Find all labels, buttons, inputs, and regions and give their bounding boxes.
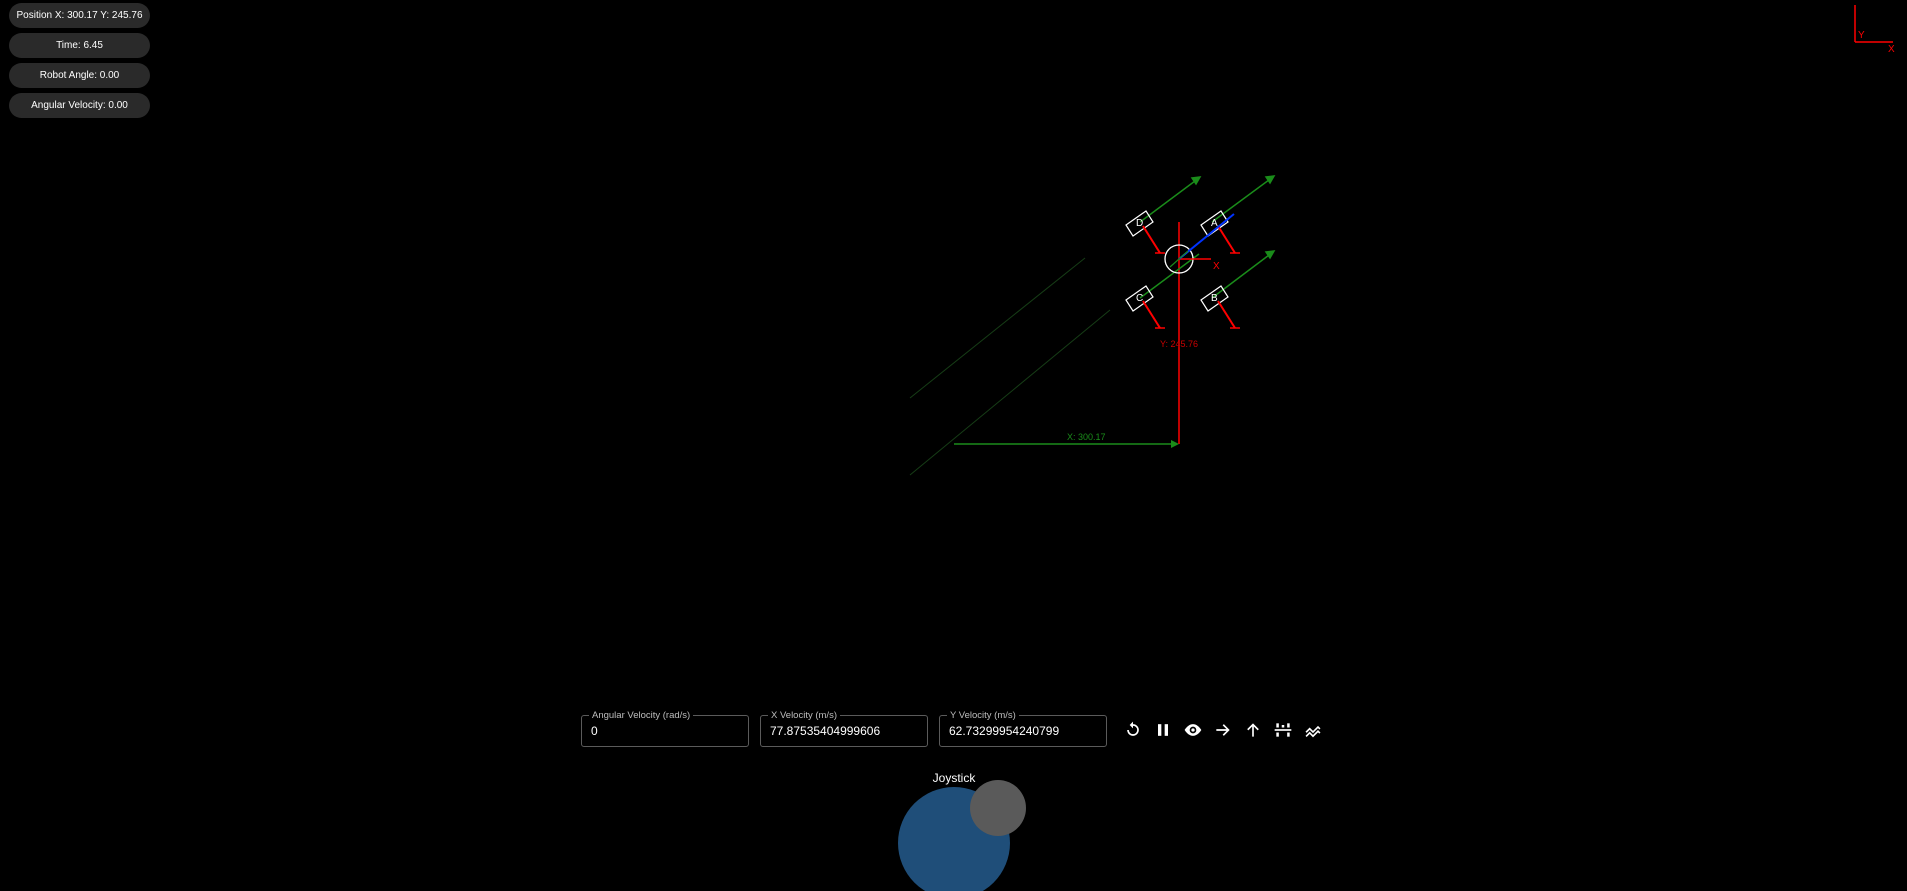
- svg-text:B: B: [1211, 293, 1218, 304]
- reset-icon: [1127, 721, 1139, 736]
- x-direction-button[interactable]: [1212, 719, 1234, 741]
- y-velocity-field: Y Velocity (m/s): [939, 709, 1107, 747]
- robot-angle-readout: Robot Angle: 0.00: [9, 63, 150, 88]
- y-velocity-input[interactable]: [949, 723, 1099, 739]
- angular-velocity-input[interactable]: [591, 723, 741, 739]
- position-readout: Position X: 300.17 Y: 245.76: [9, 3, 150, 28]
- x-velocity-field: X Velocity (m/s): [760, 709, 928, 747]
- time-readout: Time: 6.45: [9, 33, 150, 58]
- wheel-a: A: [1200, 210, 1240, 254]
- y-position-label: Y: 245.76: [1160, 339, 1198, 349]
- angular-velocity-field: Angular Velocity (rad/s): [581, 709, 749, 747]
- wheels-button[interactable]: [1272, 719, 1294, 741]
- robot-x-axis-label: X: [1213, 261, 1220, 272]
- y-direction-button[interactable]: [1242, 719, 1264, 741]
- reset-button[interactable]: [1122, 719, 1144, 741]
- axes-indicator: Y X: [1854, 5, 1895, 55]
- svg-text:D: D: [1136, 218, 1143, 229]
- arrow-up-icon: [1247, 723, 1259, 737]
- trail-button[interactable]: [1302, 719, 1324, 741]
- position-frame: X: 300.17 Y: 245.76: [954, 222, 1198, 448]
- pause-button[interactable]: [1152, 719, 1174, 741]
- x-position-label: X: 300.17: [1067, 432, 1106, 442]
- path-trails: [909, 257, 1111, 476]
- trail-icon: [1305, 725, 1321, 738]
- angular-velocity-label: Angular Velocity (rad/s): [589, 709, 694, 722]
- svg-text:C: C: [1136, 293, 1143, 304]
- pause-icon: [1158, 724, 1168, 736]
- simulation-canvas: X: 300.17 Y: 245.76 D A C B X Y X: [909, 5, 1895, 476]
- arrow-right-icon: [1216, 724, 1230, 736]
- eye-icon: [1184, 724, 1202, 736]
- wheels-icon: [1274, 723, 1292, 737]
- axes-x-label: X: [1888, 44, 1895, 55]
- joystick-title: Joystick: [932, 771, 976, 785]
- axes-y-label: Y: [1858, 30, 1865, 41]
- x-velocity-label: X Velocity (m/s): [768, 709, 840, 722]
- y-velocity-label: Y Velocity (m/s): [947, 709, 1019, 722]
- wheel-c: C: [1125, 285, 1165, 329]
- x-velocity-input[interactable]: [770, 723, 920, 739]
- joystick-knob[interactable]: [970, 780, 1026, 836]
- robot: D A C B X: [1125, 210, 1240, 329]
- angular-velocity-readout: Angular Velocity: 0.00: [9, 93, 150, 118]
- visibility-button[interactable]: [1182, 719, 1204, 741]
